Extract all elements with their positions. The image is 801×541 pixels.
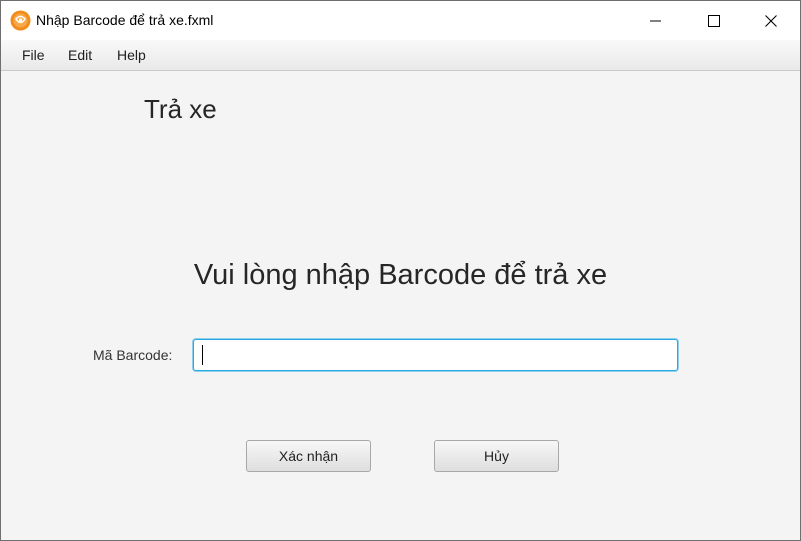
page-heading: Trả xe bbox=[144, 94, 217, 124]
app-icon bbox=[10, 10, 31, 31]
close-button[interactable] bbox=[742, 1, 800, 40]
confirm-button[interactable]: Xác nhận bbox=[246, 440, 371, 472]
menu-bar: File Edit Help bbox=[1, 40, 800, 71]
menu-edit[interactable]: Edit bbox=[68, 47, 92, 63]
app-window: Nhập Barcode để trả xe.fxml File Edit He… bbox=[0, 0, 801, 541]
instruction-text: Vui lòng nhập Barcode để trả xe bbox=[193, 259, 608, 291]
window-title: Nhập Barcode để trả xe.fxml bbox=[36, 12, 214, 28]
cancel-button[interactable]: Hủy bbox=[434, 440, 559, 472]
maximize-button[interactable] bbox=[685, 1, 743, 40]
close-icon bbox=[765, 14, 777, 27]
menu-help[interactable]: Help bbox=[117, 47, 146, 63]
minimize-icon bbox=[650, 15, 662, 27]
barcode-input[interactable] bbox=[193, 339, 678, 371]
minimize-button[interactable] bbox=[627, 1, 685, 40]
barcode-label: Mã Barcode: bbox=[93, 347, 173, 363]
title-bar[interactable]: Nhập Barcode để trả xe.fxml bbox=[1, 1, 800, 40]
menu-file[interactable]: File bbox=[22, 47, 45, 63]
maximize-icon bbox=[708, 14, 720, 27]
text-caret bbox=[202, 345, 203, 365]
